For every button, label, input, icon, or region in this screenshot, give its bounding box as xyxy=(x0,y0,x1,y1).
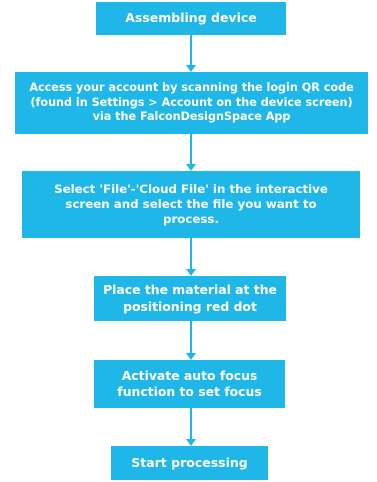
arrow-down-icon xyxy=(186,439,196,446)
step-label: Start processing xyxy=(131,454,248,470)
step-assembling-device: Assembling device xyxy=(96,2,286,35)
step-place-material: Place the material at the positioning re… xyxy=(94,276,286,321)
step-label: Activate auto focus function to set focu… xyxy=(117,367,262,399)
arrow-down-icon xyxy=(186,269,196,276)
connector-line xyxy=(190,408,192,440)
step-label: Assembling device xyxy=(125,10,257,26)
step-label: Place the material at the positioning re… xyxy=(103,282,277,314)
step-start-processing: Start processing xyxy=(111,446,268,480)
arrow-down-icon xyxy=(186,353,196,360)
connector-line xyxy=(190,238,192,270)
connector-line xyxy=(190,35,192,66)
arrow-down-icon xyxy=(186,65,196,72)
step-select-file: Select 'File'-'Cloud File' in the intera… xyxy=(22,171,360,238)
connector-line xyxy=(190,134,192,165)
step-auto-focus: Activate auto focus function to set focu… xyxy=(94,360,285,408)
arrow-down-icon xyxy=(186,164,196,171)
step-access-account: Access your account by scanning the logi… xyxy=(15,72,368,134)
flowchart: Assembling device Access your account by… xyxy=(0,0,377,482)
step-label: Select 'File'-'Cloud File' in the intera… xyxy=(54,181,328,227)
step-label: Access your account by scanning the logi… xyxy=(29,81,354,124)
connector-line xyxy=(190,321,192,354)
